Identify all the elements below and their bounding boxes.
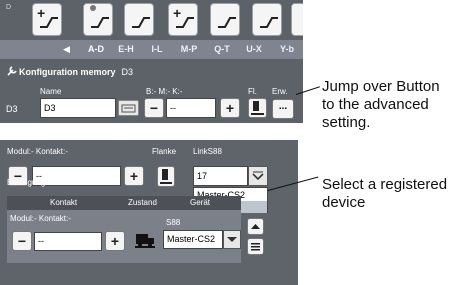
callout-advanced-line-3: setting. bbox=[322, 114, 371, 131]
row-modul-kontakt-label: Modul:- Kontakt:- bbox=[10, 214, 71, 223]
tab-m-p[interactable]: M-P bbox=[176, 40, 202, 59]
row-decrement-button[interactable]: − bbox=[12, 231, 32, 251]
col-kontakt: Kontakt bbox=[50, 198, 78, 207]
tab-e-h[interactable]: E-H bbox=[114, 40, 138, 59]
callout-advanced-line-1: Jump over Button bbox=[322, 78, 440, 95]
col-zustand: Zustand bbox=[128, 198, 157, 207]
chevron-down-icon bbox=[252, 171, 264, 181]
flanke-label: Flanke bbox=[152, 147, 177, 156]
active-dot-icon bbox=[90, 5, 96, 11]
flank-button[interactable] bbox=[248, 98, 267, 118]
advanced-settings-button[interactable]: ... bbox=[272, 99, 294, 119]
range-tab-bar: ◀ A-D E-H I-L M-P Q-T U-X Y-b bbox=[0, 40, 303, 59]
link-s88-dropdown-button[interactable] bbox=[248, 166, 268, 186]
switch-tile-3[interactable] bbox=[124, 3, 154, 36]
switch-tile-7[interactable] bbox=[291, 3, 303, 36]
switch-tile-5[interactable] bbox=[210, 3, 240, 36]
row-contact-input[interactable]: -- bbox=[34, 232, 102, 251]
switch-tile-4[interactable]: + bbox=[168, 3, 198, 36]
config-title-text: Konfiguration memory bbox=[19, 67, 116, 77]
tab-q-t[interactable]: Q-T bbox=[210, 40, 234, 59]
track-label: D bbox=[6, 4, 12, 11]
keyboard-icon[interactable] bbox=[118, 100, 139, 116]
tab-u-x[interactable]: U-X bbox=[242, 40, 266, 59]
row-label: D3 bbox=[6, 104, 18, 114]
menu-button[interactable] bbox=[247, 238, 264, 255]
callout-select-line-2: device bbox=[322, 194, 366, 211]
switch-tile-1[interactable]: + bbox=[32, 3, 62, 36]
flank-button-2[interactable] bbox=[157, 166, 175, 187]
row-increment-button[interactable]: + bbox=[105, 231, 125, 251]
decrement-button[interactable]: − bbox=[144, 98, 164, 118]
chevron-up-icon bbox=[251, 224, 260, 229]
link-s88-input[interactable]: 17 bbox=[193, 166, 248, 186]
fl-label: Fl. bbox=[248, 87, 257, 96]
config-id: D3 bbox=[121, 67, 134, 77]
memory-config-panel: D + + ◀ A-D E-H I-L M-P Q-T U-X Y-b Konf… bbox=[0, 0, 303, 123]
chevron-down-icon bbox=[227, 237, 237, 242]
conditions-table-header: Kontakt Zustand Gerät bbox=[7, 196, 241, 210]
turnout-icon bbox=[260, 17, 278, 28]
scroll-left-icon[interactable]: ◀ bbox=[63, 44, 70, 55]
tab-i-l[interactable]: I-L bbox=[146, 40, 168, 59]
s88-label: S88 bbox=[166, 218, 181, 227]
contact-icon bbox=[251, 101, 264, 115]
turnout-icon bbox=[40, 17, 58, 28]
switch-tile-2[interactable] bbox=[83, 3, 113, 36]
device-select[interactable]: Master-CS2 bbox=[163, 230, 223, 249]
callout-select-line-1: Select a registered bbox=[322, 176, 448, 193]
name-input[interactable]: D3 bbox=[40, 98, 116, 118]
turnout-icon bbox=[218, 17, 236, 28]
locomotive-icon[interactable] bbox=[133, 229, 157, 251]
wrench-icon bbox=[7, 66, 17, 76]
device-select-dropdown-button[interactable] bbox=[223, 230, 241, 249]
turnout-icon bbox=[132, 17, 150, 28]
turnout-icon bbox=[91, 17, 109, 28]
module-combo[interactable]: -- bbox=[166, 98, 216, 118]
col-geraet: Gerät bbox=[190, 198, 211, 207]
menu-icon bbox=[251, 243, 260, 251]
name-label: Name bbox=[40, 87, 62, 96]
modul-kontakt-label: Modul:- Kontakt:- bbox=[7, 147, 68, 156]
contact-icon bbox=[160, 169, 172, 184]
turnout-icon bbox=[176, 17, 194, 28]
callout-select-device: Select a registered device bbox=[322, 176, 447, 212]
config-title: Konfiguration memory D3 bbox=[7, 66, 133, 77]
callout-advanced-line-2: to the advanced bbox=[322, 96, 429, 113]
erw-label: Erw. bbox=[272, 87, 288, 96]
callout-advanced: Jump over Button to the advanced setting… bbox=[322, 78, 440, 132]
switch-tile-6[interactable] bbox=[252, 3, 282, 36]
tab-y-b[interactable]: Y-b bbox=[274, 40, 300, 59]
increment-button[interactable]: + bbox=[220, 98, 240, 118]
bedingungen-label: Bedingungen bbox=[7, 178, 55, 187]
tab-a-d[interactable]: A-D bbox=[84, 40, 108, 59]
scroll-up-button[interactable] bbox=[247, 218, 264, 235]
link-s88-label: LinkS88 bbox=[193, 147, 222, 156]
bmk-label: B:- M:- K:- bbox=[146, 87, 183, 96]
increment-button-2[interactable]: + bbox=[124, 166, 144, 186]
